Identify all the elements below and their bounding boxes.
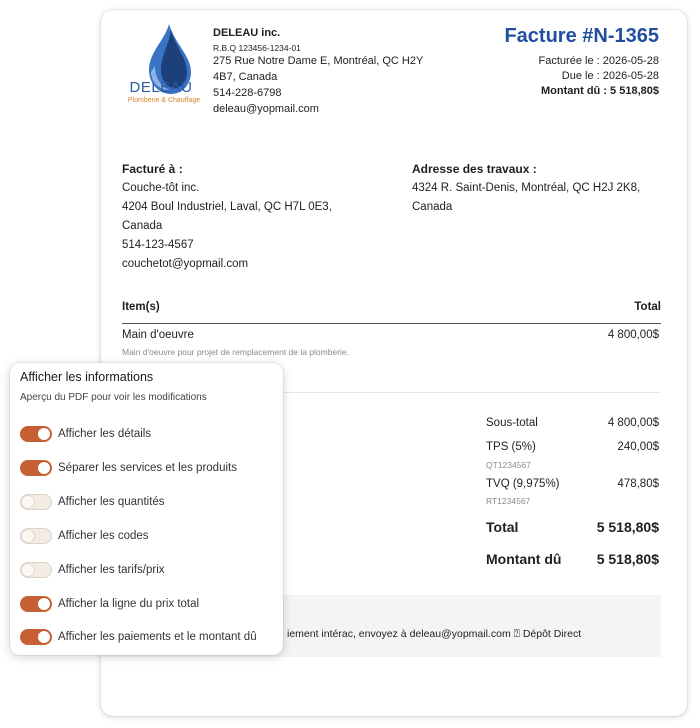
items-header-item: Item(s)	[122, 301, 160, 313]
company-phone: 514-228-6798	[213, 87, 282, 99]
work-address-line1: 4324 R. Saint-Denis, Montréal, QC H2J 2K…	[412, 182, 641, 194]
subtotal-label: Sous-total	[486, 417, 538, 429]
item-description: Main d'oeuvre pour projet de remplacemen…	[122, 347, 349, 357]
invoice-due-date: Due le : 2026-05-28	[561, 70, 659, 82]
logo-text: DELEAU	[129, 79, 193, 96]
toggle-label: Afficher la ligne du prix total	[58, 598, 200, 610]
tps-label: TPS (5%)	[486, 441, 536, 453]
toggle-label: Afficher les quantités	[58, 496, 165, 508]
toggle-details[interactable]	[20, 426, 52, 442]
billed-to-email: couchetot@yopmail.com	[122, 258, 249, 270]
amount-due-value: 5 518,80$	[596, 551, 659, 567]
toggle-quantities[interactable]	[20, 494, 52, 510]
toggle-rates[interactable]	[20, 562, 52, 578]
toggle-payments[interactable]	[20, 629, 52, 645]
total-label: Total	[486, 519, 519, 535]
toggle-row-payments[interactable]: Afficher les paiements et le montant dû	[20, 627, 257, 647]
invoice-amount-due: Montant dû : 5 518,80$	[541, 85, 659, 97]
billed-to-address-line1: 4204 Boul Industriel, Laval, QC H7L 0E3,	[122, 201, 332, 213]
logo-subtitle: Plomberie & Chauffage	[127, 97, 201, 104]
item-name: Main d'oeuvre	[122, 329, 194, 341]
toggle-label: Afficher les détails	[58, 428, 152, 440]
invoice-title: Facture #N-1365	[504, 25, 659, 47]
toggle-label: Afficher les tarifs/prix	[58, 564, 165, 576]
total-value: 5 518,80$	[596, 519, 659, 535]
tps-number: QT1234567	[486, 460, 531, 470]
toggle-row-rates[interactable]: Afficher les tarifs/prix	[20, 560, 165, 580]
work-address-heading: Adresse des travaux :	[412, 162, 537, 176]
billed-to-phone: 514-123-4567	[122, 239, 194, 251]
tps-value: 240,00$	[617, 441, 659, 453]
display-options-panel: Afficher les informations Aperçu du PDF …	[10, 363, 283, 655]
items-header-total: Total	[634, 301, 661, 313]
payment-info-text: iement intérac, envoyez à deleau@yopmail…	[287, 628, 582, 640]
toggle-total-line[interactable]	[20, 596, 52, 612]
toggle-row-quantities[interactable]: Afficher les quantités	[20, 492, 165, 512]
toggle-row-separate-services[interactable]: Séparer les services et les produits	[20, 458, 237, 478]
company-email: deleau@yopmail.com	[213, 103, 319, 115]
toggle-label: Afficher les paiements et le montant dû	[58, 631, 257, 643]
subtotal-value: 4 800,00$	[607, 417, 659, 429]
items-table-header: Item(s) Total	[122, 301, 661, 324]
panel-subtitle: Aperçu du PDF pour voir les modification…	[20, 392, 207, 403]
tvq-value: 478,80$	[617, 478, 659, 490]
work-address-line2: Canada	[412, 201, 453, 213]
toggle-row-codes[interactable]: Afficher les codes	[20, 526, 149, 546]
toggle-row-details[interactable]: Afficher les détails	[20, 424, 151, 444]
toggle-row-total-line[interactable]: Afficher la ligne du prix total	[20, 594, 199, 614]
tvq-number: RT1234567	[486, 496, 531, 506]
toggle-label: Séparer les services et les produits	[58, 462, 237, 474]
panel-title: Afficher les informations	[20, 370, 154, 384]
company-address-line1: 275 Rue Notre Dame E, Montréal, QC H2Y	[213, 55, 424, 67]
company-name: DELEAU inc.	[213, 27, 281, 39]
amount-due-label: Montant dû	[486, 551, 562, 567]
billed-to-heading: Facturé à :	[122, 162, 183, 176]
billed-to-address-line2: Canada	[122, 220, 163, 232]
toggle-codes[interactable]	[20, 528, 52, 544]
invoice-billed-date: Facturée le : 2026-05-28	[538, 55, 659, 67]
item-total: 4 800,00$	[607, 329, 659, 341]
company-address-line2: 4B7, Canada	[213, 71, 278, 83]
tvq-label: TVQ (9,975%)	[486, 478, 560, 490]
billed-to-name: Couche-tôt inc.	[122, 182, 200, 194]
toggle-separate-services[interactable]	[20, 460, 52, 476]
toggle-label: Afficher les codes	[58, 530, 149, 542]
company-rbq: R.B.Q 123456-1234-01	[213, 43, 301, 53]
